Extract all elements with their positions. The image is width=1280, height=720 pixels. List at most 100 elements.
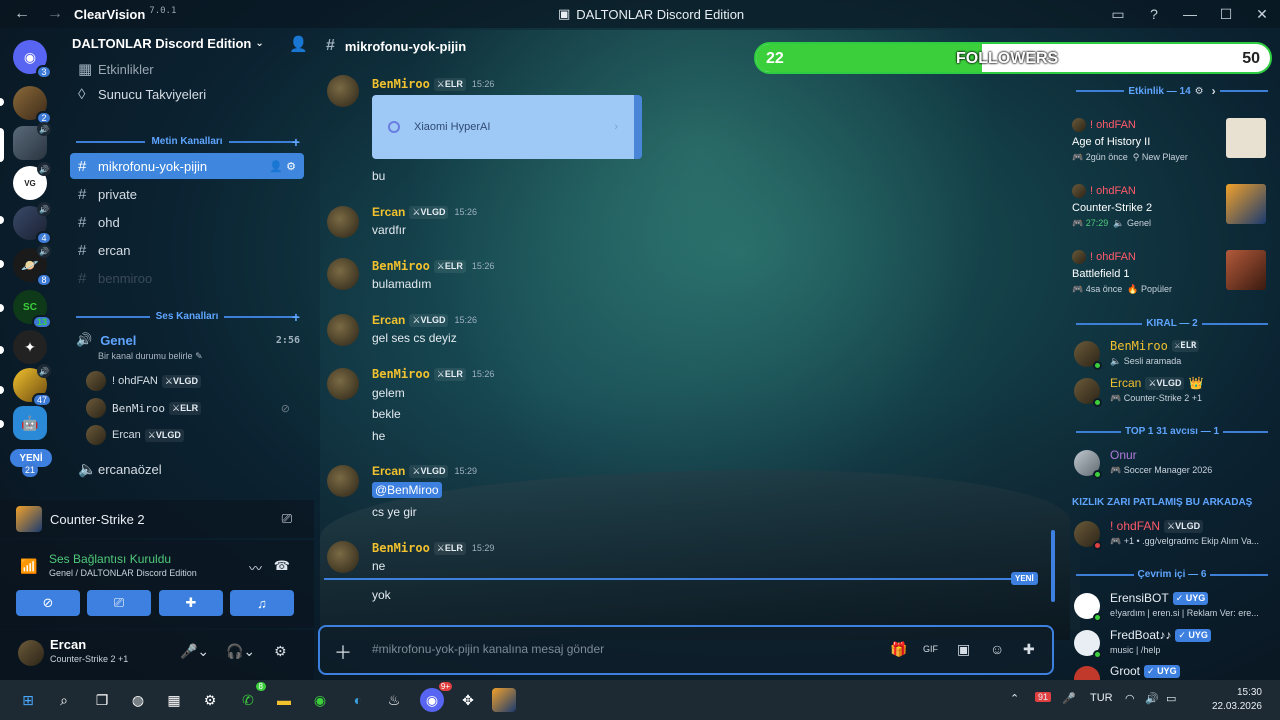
avatar[interactable] (327, 541, 359, 573)
channel-ohd[interactable]: # ohd (70, 209, 304, 235)
composer-placeholder[interactable]: #mikrofonu-yok-pijin kanalına mesaj gönd… (372, 642, 604, 656)
gif-icon[interactable]: GIF (923, 644, 938, 654)
back-arrow-icon[interactable]: ← (0, 5, 44, 23)
disconnect-icon[interactable]: ☎ (274, 558, 290, 574)
avatar[interactable] (18, 640, 44, 666)
help-icon[interactable]: ? (1136, 6, 1172, 22)
microphone-icon[interactable]: 🎤⌄ (180, 643, 209, 660)
member-row[interactable]: Ercan ⚔ VLGD 👑 🎮 Counter-Strike 2 +1 (1072, 374, 1274, 410)
voice-status[interactable]: Bir kanal durumu belirle ✎ (98, 351, 306, 362)
channel-private[interactable]: # private (70, 181, 304, 207)
add-channel-icon[interactable]: + (292, 309, 300, 325)
edge-icon[interactable]: ◐ (346, 688, 370, 712)
app-icon[interactable]: ◍ (126, 688, 150, 712)
screen-share-button[interactable]: ⎚ (87, 590, 151, 616)
voice-connection-status[interactable]: Ses Bağlantısı Kuruldu (49, 552, 171, 566)
chevron-up-icon[interactable]: ⌃ (1010, 692, 1019, 705)
microphone-icon[interactable]: 🎤 (1062, 692, 1076, 705)
server-icon[interactable]: 🪐 🔊 8 (13, 244, 52, 287)
activity-header[interactable]: Etkinlik — 14 ⚙ › (1072, 84, 1272, 98)
activity-card[interactable]: ! ohdFAN Counter-Strike 2 🎮 27:29 🔈 Gene… (1072, 184, 1272, 240)
emoji-icon[interactable]: ☺ (990, 641, 1004, 657)
avatar[interactable] (327, 258, 359, 290)
member-row[interactable]: Groot ✓ UYG (1072, 662, 1274, 680)
headphones-icon[interactable]: 🎧⌄ (226, 643, 255, 660)
text-category-header[interactable]: Metin Kanalları + (70, 134, 304, 150)
activities-button[interactable]: ✚ (159, 590, 223, 616)
avatar[interactable] (327, 206, 359, 238)
signal-icon[interactable]: 📶 (20, 558, 37, 575)
channel-benmiroo[interactable]: # benmiroo (70, 265, 304, 291)
windows-start-icon[interactable]: ⊞ (16, 688, 40, 712)
activity-card[interactable]: ! ohdFAN Age of History II 🎮 2gün önce ⚲… (1072, 118, 1272, 174)
add-member-icon[interactable]: 👤 (289, 35, 308, 53)
message-composer[interactable]: ＋ #mikrofonu-yok-pijin kanalına mesaj gö… (318, 625, 1054, 675)
server-icon[interactable]: 🔊 47 (13, 364, 52, 407)
soundboard-button[interactable]: ♫ (230, 590, 294, 616)
search-icon[interactable]: ⌕ (52, 688, 76, 712)
gear-icon[interactable]: ⚙ (286, 161, 296, 173)
link-embed[interactable]: Xiaomi HyperAI › (372, 95, 642, 159)
clock[interactable]: 15:30 22.03.2026 (1212, 686, 1262, 714)
language-indicator[interactable]: TUR (1090, 692, 1113, 704)
file-explorer-icon[interactable]: ▬ (272, 688, 296, 712)
server-icon[interactable]: 2 (13, 86, 52, 125)
wifi-icon[interactable]: ◠ (1125, 692, 1135, 705)
sidebar-item-boosts[interactable]: ◊ Sunucu Takviyeleri (70, 81, 304, 107)
gear-icon[interactable]: ⚙ (1195, 86, 1204, 97)
server-icon-daltonlar[interactable]: 🔊 (13, 122, 51, 160)
whatsapp-icon[interactable]: ✆ 8 (236, 682, 266, 712)
member-row[interactable]: ErensiBOT ✓ UYG e!yardım | eren.si | Rekl… (1072, 589, 1274, 625)
battery-icon[interactable]: ▭ (1166, 692, 1176, 705)
message-author[interactable]: Ercan (372, 313, 405, 327)
avatar[interactable] (327, 368, 359, 400)
guild-header[interactable]: DALTONLAR Discord Edition ⌄ 👤 (72, 35, 308, 53)
volume-icon[interactable]: 🔊 (1145, 692, 1159, 705)
attach-plus-icon[interactable]: ＋ (334, 639, 352, 665)
message-author[interactable]: BenMiroo (372, 541, 430, 555)
user-name[interactable]: Ercan (50, 637, 86, 652)
stream-icon[interactable]: ⎚ (282, 511, 292, 527)
add-channel-icon[interactable]: + (292, 134, 300, 150)
message-author[interactable]: BenMiroo (372, 77, 430, 91)
chat-scrollbar[interactable] (1051, 530, 1055, 602)
task-view-icon[interactable]: ❐ (90, 688, 114, 712)
voice-user[interactable]: ! ohdFAN ⚔ VLGD (86, 370, 300, 392)
server-icon[interactable]: ✦ (13, 330, 47, 364)
message-author[interactable]: Ercan (372, 205, 405, 219)
activity-card[interactable]: ! ohdFAN Battlefield 1 🎮 4sa önce 🔥 Popü… (1072, 250, 1272, 306)
forward-arrow-icon[interactable]: → (44, 5, 66, 23)
invite-icon[interactable]: 👤 (269, 161, 283, 173)
sidebar-item-events[interactable]: ▦ Etkinlikler (70, 62, 304, 76)
member-row[interactable]: ! ohdFAN ⚔ VLGD 🎮 +1 • .gg/velgradmc Ekip… (1072, 517, 1274, 553)
settings-icon[interactable]: ⚙ (198, 688, 222, 712)
member-row[interactable]: FredBoat♪♪ ✓ UYG music | /help (1072, 626, 1274, 662)
minimize-icon[interactable]: — (1172, 6, 1208, 22)
app-icon[interactable]: ✥ (456, 688, 480, 712)
voice-category-header[interactable]: Ses Kanalları + (70, 309, 304, 325)
voice-channel-ercanaozel[interactable]: 🔈 ercanaözel (70, 456, 304, 482)
message-author[interactable]: Ercan (372, 464, 405, 478)
inbox-icon[interactable]: ▭ (1100, 6, 1136, 23)
spotify-icon[interactable]: ◉ (308, 688, 332, 712)
message-author[interactable]: BenMiroo (372, 259, 430, 273)
counter-strike-icon[interactable] (492, 688, 516, 712)
user-mention[interactable]: @BenMiroo (372, 482, 442, 498)
avatar[interactable] (327, 75, 359, 107)
camera-button[interactable]: ⊘ (16, 590, 80, 616)
message-author[interactable]: BenMiroo (372, 367, 430, 381)
voice-user[interactable]: BenMiroo ⚔ ELR ⊘ (86, 397, 300, 419)
server-icon[interactable]: SC 13 (13, 290, 52, 329)
noise-suppression-icon[interactable]: 〰 (249, 558, 262, 577)
server-icon[interactable]: VG 🔊 (13, 162, 51, 200)
apps-icon[interactable]: ✚ (1023, 641, 1035, 658)
app-icon[interactable]: ▦ (162, 688, 186, 712)
avatar[interactable] (327, 465, 359, 497)
server-icon[interactable]: 🔊 4 (13, 202, 52, 245)
steam-icon[interactable]: ♨ (382, 688, 406, 712)
gear-icon[interactable]: ⚙ (274, 643, 287, 660)
channel-ercan[interactable]: # ercan (70, 237, 304, 263)
member-row[interactable]: Onur 🎮 Soccer Manager 2026 (1072, 446, 1274, 482)
avatar[interactable] (327, 314, 359, 346)
discord-icon[interactable]: ◉ 9+ (420, 682, 452, 712)
